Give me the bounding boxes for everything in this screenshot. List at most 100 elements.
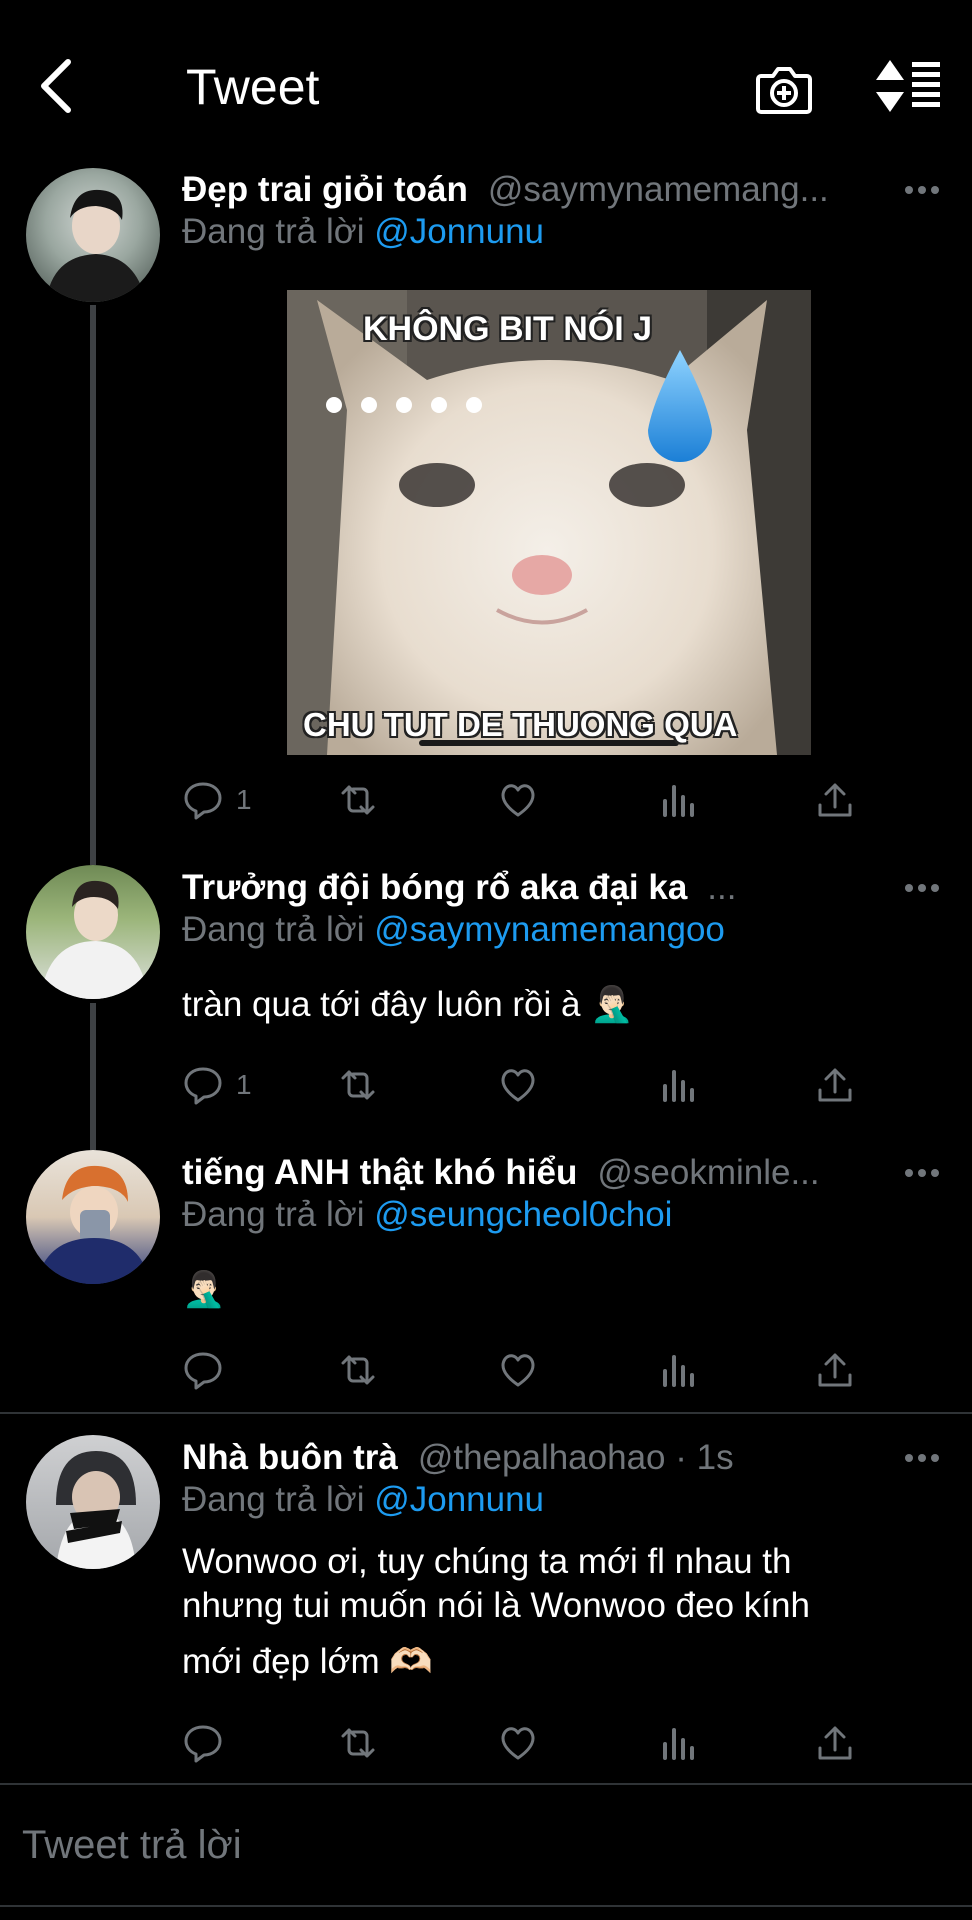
analytics-icon [663, 1728, 694, 1760]
person-icon [56, 1451, 136, 1569]
display-name[interactable]: Đẹp trai giỏi toán [182, 170, 468, 210]
avatar[interactable] [26, 1150, 160, 1284]
analytics-icon [663, 785, 694, 817]
tweet-actions [182, 1718, 862, 1768]
user-handle[interactable]: @seokminle... [597, 1153, 819, 1193]
analytics-button[interactable] [657, 1345, 699, 1395]
more-icon[interactable] [904, 1163, 940, 1183]
analytics-button[interactable] [657, 1718, 699, 1768]
divider [0, 1905, 972, 1907]
retweet-button[interactable] [337, 1060, 379, 1110]
analytics-button[interactable] [657, 775, 699, 825]
mention-link[interactable]: @saymynamemangoo [374, 910, 725, 949]
tweet-media-image[interactable]: KHÔNG BIT NÓI J CHU TUT DE THUONG QUA [287, 290, 811, 755]
replying-to: Đang trả lời @seungcheol0choi [182, 1195, 672, 1235]
replying-to-label: Đang trả lời [182, 1480, 365, 1519]
user-handle[interactable]: @thepalhaohao · 1s [418, 1438, 734, 1478]
person-icon [46, 189, 146, 302]
replying-to: Đang trả lời @Jonnunu [182, 1480, 544, 1520]
more-icon[interactable] [904, 1448, 940, 1468]
meme-top-text: KHÔNG BIT NÓI J [363, 310, 653, 348]
tweet-header: Trưởng đội bóng rổ aka đại ka ... [182, 863, 932, 913]
analytics-icon [663, 1070, 694, 1102]
cat-meme-image [287, 290, 811, 755]
tweet-header: Đẹp trai giỏi toán @saymynamemang... [182, 165, 932, 215]
divider [0, 1783, 972, 1785]
display-name[interactable]: Nhà buôn trà [182, 1438, 398, 1478]
share-button[interactable] [814, 1718, 856, 1768]
tweet-text: 🤦🏻‍♂️ [182, 1270, 226, 1309]
like-button[interactable] [497, 1345, 539, 1395]
share-button[interactable] [814, 1345, 856, 1395]
mention-link[interactable]: @seungcheol0choi [374, 1195, 672, 1234]
retweet-button[interactable] [337, 1345, 379, 1395]
share-icon [818, 783, 852, 817]
heart-icon [501, 784, 535, 817]
retweet-button[interactable] [337, 1718, 379, 1768]
tweet-actions [182, 1345, 862, 1395]
avatar[interactable] [26, 865, 160, 999]
reply-count: 1 [236, 784, 252, 815]
tweet-text-line: Wonwoo ơi, tuy chúng ta mới fl nhau th [182, 1542, 792, 1581]
share-icon [818, 1353, 852, 1387]
share-button[interactable] [814, 1060, 856, 1110]
display-name[interactable]: Trưởng đội bóng rổ aka đại ka [182, 868, 687, 908]
tweet-header: tiếng ANH thật khó hiểu @seokminle... [182, 1148, 932, 1198]
replying-to-label: Đang trả lời [182, 910, 365, 949]
camera-plus-icon[interactable] [755, 60, 813, 118]
tweet-actions: 1 [182, 1060, 862, 1110]
page-title: Tweet [186, 59, 320, 115]
reply-icon [184, 1352, 222, 1390]
meme-bottom-text: CHU TUT DE THUONG QUA [303, 706, 738, 743]
tweet-text: tràn qua tới đây luôn rồi à 🤦🏻‍♂️ [182, 985, 634, 1024]
analytics-button[interactable] [657, 1060, 699, 1110]
reply-button[interactable] [182, 1718, 236, 1768]
like-button[interactable] [497, 1060, 539, 1110]
display-name[interactable]: tiếng ANH thật khó hiểu [182, 1153, 577, 1193]
tweet-header: Nhà buôn trà @thepalhaohao · 1s [182, 1433, 932, 1483]
thread-line [90, 305, 96, 865]
retweet-button[interactable] [337, 775, 379, 825]
avatar[interactable] [26, 168, 160, 302]
reply-button[interactable] [182, 1345, 236, 1395]
mention-link[interactable]: @Jonnunu [374, 212, 544, 251]
replying-to: Đang trả lời @Jonnunu [182, 212, 544, 252]
reply-button[interactable]: 1 [182, 775, 252, 825]
replying-to: Đang trả lời @saymynamemangoo [182, 910, 725, 950]
sort-icon[interactable] [876, 58, 942, 114]
retweet-icon [341, 1070, 375, 1100]
reply-composer-input[interactable]: Tweet trả lời [22, 1823, 242, 1868]
reply-count: 1 [236, 1069, 252, 1100]
analytics-icon [663, 1355, 694, 1387]
reply-icon [184, 1725, 222, 1763]
retweet-icon [341, 1728, 375, 1758]
retweet-icon [341, 1355, 375, 1385]
user-handle[interactable]: @saymynamemang... [488, 170, 829, 210]
like-button[interactable] [497, 1718, 539, 1768]
person-icon [40, 880, 148, 999]
avatar[interactable] [26, 1435, 160, 1569]
share-button[interactable] [814, 775, 856, 825]
reply-button[interactable]: 1 [182, 1060, 252, 1110]
more-icon[interactable] [904, 878, 940, 898]
divider [0, 1412, 972, 1414]
replying-to-label: Đang trả lời [182, 212, 365, 251]
tweet-actions: 1 [182, 775, 862, 825]
thread-line [90, 1003, 96, 1150]
share-icon [818, 1068, 852, 1102]
reply-icon [184, 782, 222, 820]
tweet-text-line: nhưng tui muốn nói là Wonwoo đeo kính [182, 1586, 810, 1625]
user-handle[interactable]: ... [707, 868, 736, 908]
mention-link[interactable]: @Jonnunu [374, 1480, 544, 1519]
chevron-left-icon[interactable] [30, 56, 90, 116]
like-button[interactable] [497, 775, 539, 825]
share-icon [818, 1726, 852, 1760]
heart-icon [501, 1069, 535, 1102]
top-bar: Tweet [0, 0, 972, 160]
heart-icon [501, 1727, 535, 1760]
person-icon [36, 1165, 150, 1284]
retweet-icon [341, 785, 375, 815]
heart-icon [501, 1354, 535, 1387]
tweet-text-line: mới đẹp lớm 🫶🏻 [182, 1642, 433, 1681]
more-icon[interactable] [904, 180, 940, 200]
